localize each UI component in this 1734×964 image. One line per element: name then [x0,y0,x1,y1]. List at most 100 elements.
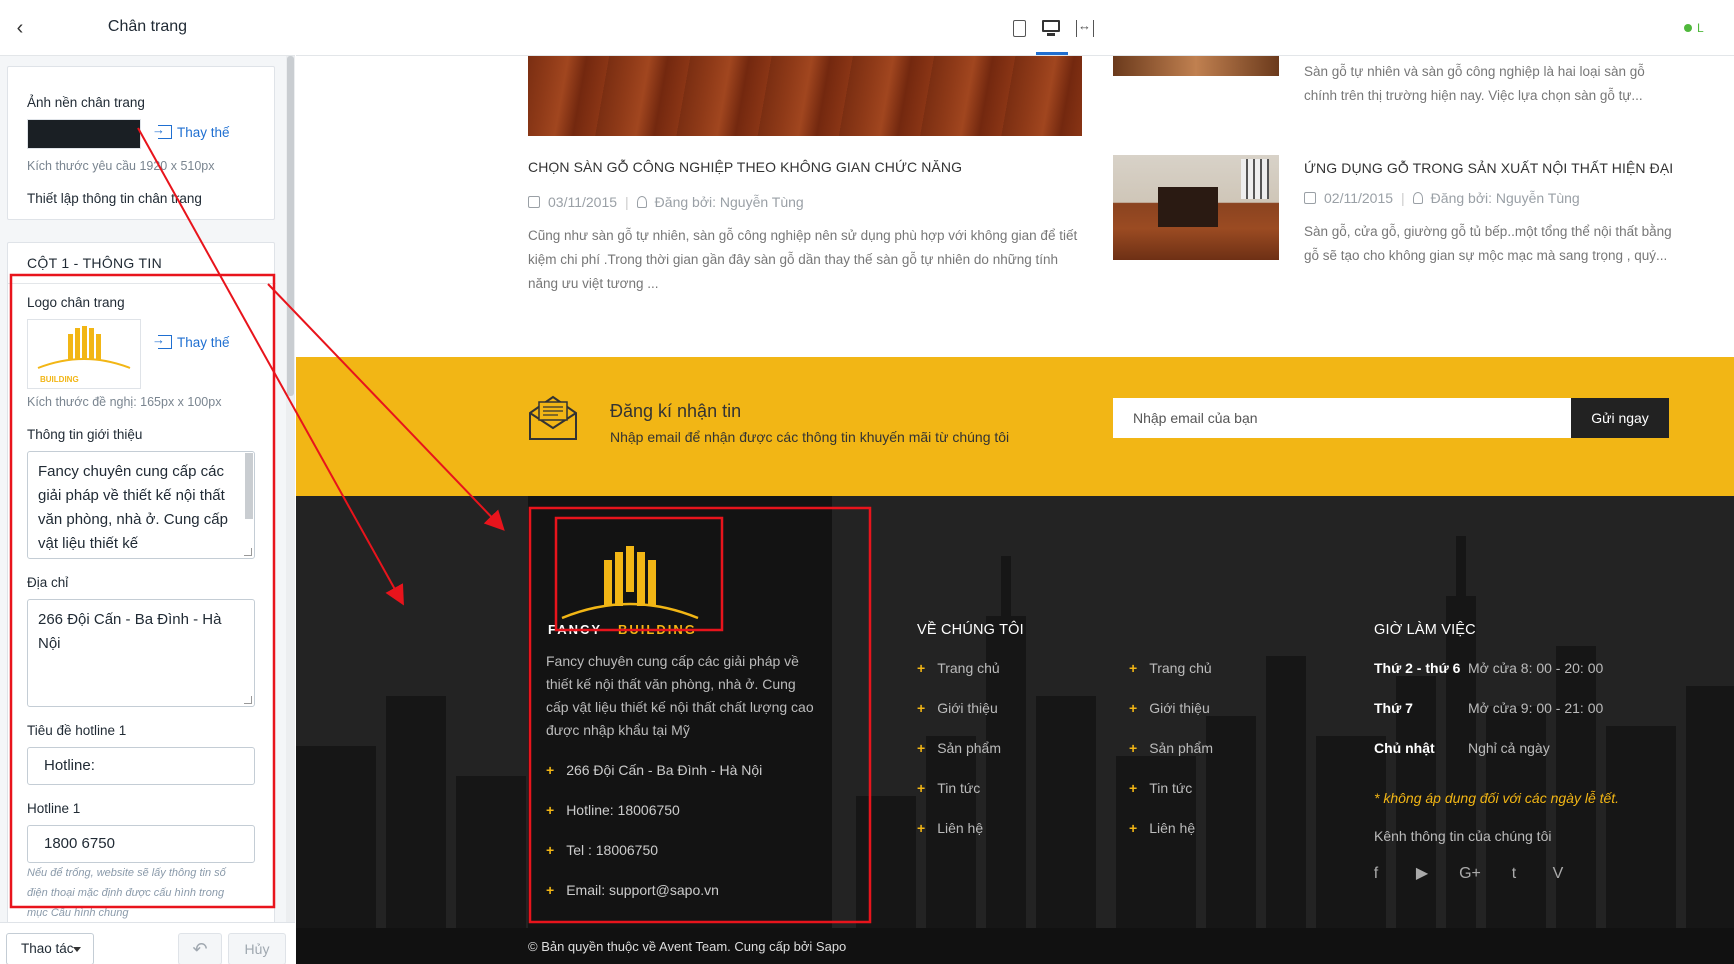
footer-link[interactable]: + Sản phẩm [1129,740,1213,756]
footer-link[interactable]: + Giới thiệu [1129,700,1210,716]
footer-background-card: Ảnh nền chân trang Thay thế Kích thước y… [7,66,275,220]
hotline1-title-input[interactable]: Hotline: [27,747,255,785]
active-device-indicator [1036,52,1068,55]
vimeo-icon[interactable]: V [1548,864,1568,884]
user-icon [1412,192,1423,204]
footer-about-text: Fancy chuyên cung cấp các giải pháp về t… [546,653,814,738]
status-dot-icon [1684,24,1692,32]
cancel-button[interactable]: Hủy [228,933,286,964]
plus-icon: + [546,802,555,818]
post-excerpt: Cũng như sàn gỗ tự nhiên, sàn gỗ công ng… [528,228,1078,291]
resize-handle-icon[interactable] [244,548,252,556]
intro-textarea[interactable]: Fancy chuyên cung cấp các giải pháp về t… [27,451,255,559]
footer-contact-item: +266 Đội Cấn - Ba Đình - Hà Nội [546,762,763,778]
replace-logo-button[interactable]: Thay thế [152,332,230,350]
resize-handle-icon[interactable] [244,696,252,704]
theme-settings-panel: ‹ Chân trang Ảnh nền chân trang Thay thế… [0,0,295,964]
desktop-view-icon[interactable] [1042,20,1060,37]
newsletter-description: Nhập email để nhận được các thông tin kh… [610,429,1010,445]
panel-header: ‹ Chân trang [0,0,295,56]
logo-label: Logo chân trang [27,295,125,310]
post-image-dining-room[interactable] [1113,155,1279,260]
twitter-icon[interactable]: t [1504,864,1524,884]
column-1-title[interactable]: CỘT 1 - THÔNG TIN [27,255,162,271]
plus-icon: + [546,842,555,858]
newsletter-section: Đăng kí nhận tin Nhập email để nhận được… [296,357,1734,496]
panel-title: Chân trang [107,18,188,35]
hours-day: Chủ nhật [1374,740,1435,756]
youtube-icon[interactable]: ▶ [1412,864,1432,884]
plus-icon: + [917,740,926,756]
footer-link[interactable]: + Tin tức [917,780,980,796]
panel-scroll-area[interactable]: Ảnh nền chân trang Thay thế Kích thước y… [0,56,295,922]
footer-link[interactable]: + Giới thiệu [917,700,998,716]
replace-icon [152,122,172,139]
footer-link[interactable]: + Liên hệ [917,820,983,836]
divider [8,283,276,284]
footer-link[interactable]: + Tin tức [1129,780,1192,796]
plus-icon: + [1129,780,1138,796]
footer-setup-link[interactable]: Thiết lập thông tin chân trang [27,191,202,206]
panel-scrollbar[interactable] [286,56,295,922]
textarea-scrollbar[interactable] [245,453,253,519]
post-image-wood-small[interactable] [1113,56,1279,76]
plus-icon: + [546,882,555,898]
envelope-icon [529,395,577,440]
footer-link[interactable]: + Liên hệ [1129,820,1195,836]
plus-icon: + [917,700,926,716]
hotline1-title-label: Tiêu đề hotline 1 [27,723,127,738]
hours-note: * không áp dụng đối với các ngày lễ tết. [1374,790,1620,806]
hours-column-title: GIỜ LÀM VIỆC [1374,622,1476,638]
undo-icon: ↶ [192,939,208,959]
mobile-view-icon[interactable] [1013,20,1026,37]
post-image-wood-floor[interactable] [528,56,1082,136]
footer-info-column: FANCY BUILDING Fancy chuyên cung cấp các… [528,496,832,928]
address-label: Địa chỉ [27,575,69,590]
newsletter-title: Đăng kí nhận tin [610,401,742,421]
bg-image-label: Ảnh nền chân trang [27,95,145,110]
facebook-icon[interactable]: f [1366,864,1386,884]
hotline1-label: Hotline 1 [27,801,81,816]
fullwidth-view-icon[interactable] [1076,18,1094,37]
post-meta: 03/11/2015 | Đăng bởi: Nguyễn Tùng [528,194,804,210]
logo-wordmark: BUILDING [40,375,79,384]
footer-link[interactable]: + Trang chủ [917,660,1000,676]
hotline1-input[interactable]: 1800 6750 [27,825,255,863]
plus-icon: + [917,820,926,836]
replace-bg-image-button[interactable]: Thay thế [152,122,230,140]
newsletter-email-input[interactable]: Nhập email của bạn [1113,398,1571,438]
about-column-title: VỀ CHÚNG TÔI [917,622,1024,638]
footer-contact-item[interactable]: + Email: support@sapo.vn [546,882,719,898]
address-textarea[interactable]: 266 Đội Cấn - Ba Đình - Hà Nội [27,599,255,707]
hours-time: Nghỉ cả ngày [1468,740,1550,756]
newsletter-submit-button[interactable]: Gửi ngay [1571,398,1669,438]
footer-contact-item: + Tel : 18006750 [546,842,659,858]
post-meta: 02/11/2015 | Đăng bởi: Nguyễn Tùng [1304,190,1580,206]
post-title-link[interactable]: ỨNG DỤNG GỖ TRONG SẢN XUẤT NỘI THẤT HIỆN… [1304,160,1673,176]
caret-down-icon [73,947,81,952]
building-logo-icon: BUILDING [37,326,131,384]
footer-link[interactable]: + Sản phẩm [917,740,1001,756]
google-plus-icon[interactable]: G+ [1456,864,1484,884]
plus-icon: + [1129,660,1138,676]
logo-size-hint: Kích thước đề nghị: 165px x 100px [27,395,222,409]
replace-icon [152,332,172,349]
back-chevron-icon[interactable]: ‹ [8,16,32,40]
column-1-info-card: CỘT 1 - THÔNG TIN Logo chân trang BUILDI… [7,242,276,922]
actions-dropdown-button[interactable]: Thao tác [6,933,94,964]
fancy-building-logo-icon[interactable]: FANCY BUILDING [546,526,714,636]
plus-icon: + [1129,700,1138,716]
post-excerpt: Sàn gỗ tự nhiên và sàn gỗ công nghiệp là… [1304,64,1645,103]
copyright-bar: © Bản quyền thuộc về Avent Team. Cung cấ… [296,928,1734,964]
post-title-link[interactable]: CHỌN SÀN GỖ CÔNG NGHIỆP THEO KHÔNG GIAN … [528,159,962,175]
plus-icon: + [917,660,926,676]
panel-scrollbar-thumb[interactable] [287,56,294,396]
hotline-hint: Nếu để trống, website sẽ lấy thông tin s… [27,867,226,919]
site-preview: L Sàn gỗ tự nhiên và sàn gỗ công nghiệp … [296,0,1734,964]
logo-wordmark-building: BUILDING [618,622,697,636]
undo-button[interactable]: ↶ [178,933,222,964]
calendar-icon [528,196,540,208]
bg-size-hint: Kích thước yêu cầu 1920 x 510px [27,159,215,173]
footer-link[interactable]: + Trang chủ [1129,660,1212,676]
intro-label: Thông tin giới thiệu [27,427,143,442]
